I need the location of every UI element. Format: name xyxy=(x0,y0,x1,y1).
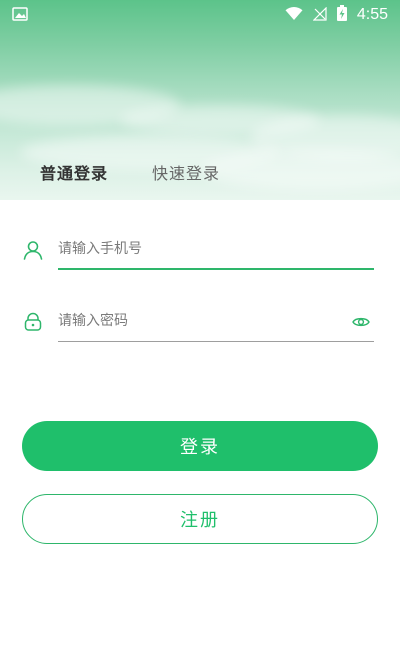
status-time: 4:55 xyxy=(356,6,388,23)
password-underline xyxy=(58,341,374,342)
user-icon xyxy=(22,239,44,261)
wifi-icon xyxy=(285,6,303,25)
phone-underline xyxy=(58,268,374,270)
eye-icon[interactable] xyxy=(352,313,370,331)
lock-icon xyxy=(22,311,44,333)
image-icon xyxy=(12,6,28,25)
no-signal-icon xyxy=(312,6,327,25)
password-input[interactable] xyxy=(58,302,374,340)
header-banner: 4:55 普通登录 快速登录 xyxy=(0,0,400,200)
login-tabs: 普通登录 快速登录 xyxy=(0,150,400,194)
tab-quick-login[interactable]: 快速登录 xyxy=(152,160,220,184)
password-field xyxy=(22,302,374,342)
battery-charging-icon xyxy=(336,5,347,25)
tab-normal-login[interactable]: 普通登录 xyxy=(40,160,108,184)
phone-input[interactable] xyxy=(58,230,374,268)
phone-field xyxy=(22,230,374,270)
register-button[interactable]: 注册 xyxy=(22,494,378,544)
status-bar: 4:55 xyxy=(0,0,400,30)
login-button[interactable]: 登录 xyxy=(22,421,378,471)
